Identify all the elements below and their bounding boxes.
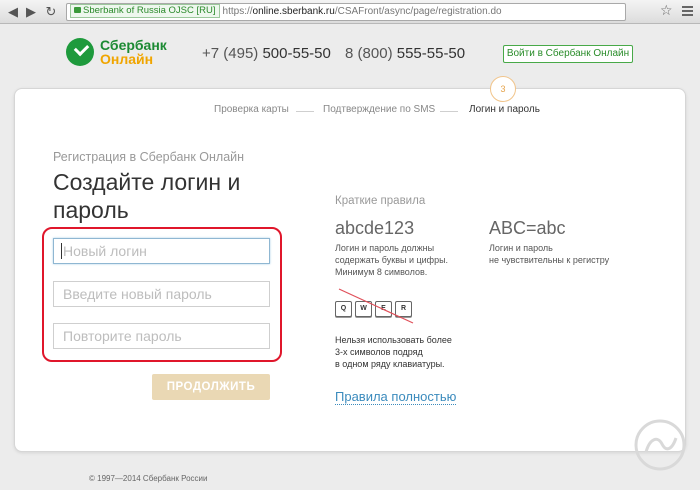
sberbank-logo[interactable]: Сбербанк Онлайн bbox=[66, 38, 167, 66]
url-text: https://online.sberbank.ru/CSAFront/asyn… bbox=[222, 6, 502, 17]
rule-description-keyboard: Нельзя использовать более 3-х символов п… bbox=[335, 335, 452, 369]
login-sberbank-online-button[interactable]: Войти в Сбербанк Онлайн bbox=[503, 45, 633, 63]
site-watermark-icon bbox=[634, 419, 686, 471]
continue-button[interactable]: ПРОДОЛЖИТЬ bbox=[152, 374, 270, 400]
browser-menu-icon[interactable] bbox=[682, 6, 693, 18]
logo-text-line2: Онлайн bbox=[100, 51, 154, 67]
bookmark-star-icon[interactable]: ☆ bbox=[660, 2, 673, 19]
strike-through-icon bbox=[338, 288, 414, 324]
rule-example-case: ABC=abc bbox=[489, 218, 566, 238]
address-bar[interactable]: Sberbank of Russia OJSC [RU] https://onli… bbox=[66, 3, 626, 21]
forward-icon[interactable]: ▶ bbox=[22, 3, 40, 21]
logo-text-line1: Сбербанк bbox=[100, 37, 167, 53]
sberbank-logo-icon bbox=[66, 38, 94, 66]
step-card-check: Проверка карты bbox=[214, 104, 289, 115]
registration-steps: Проверка карты Подтверждение по SMS Логи… bbox=[200, 104, 540, 118]
ev-certificate-badge[interactable]: Sberbank of Russia OJSC [RU] bbox=[70, 4, 220, 18]
back-icon[interactable]: ◀ bbox=[4, 3, 22, 21]
contact-phones: +7 (495) 500-55-50 8 (800) 555-55-50 bbox=[202, 45, 475, 62]
browser-toolbar: ◀ ▶ ↻ Sberbank of Russia OJSC [RU] https:… bbox=[0, 0, 700, 24]
phone-russia: 8 (800) 555-55-50 bbox=[345, 45, 466, 62]
new-login-input[interactable] bbox=[53, 238, 270, 264]
full-rules-link[interactable]: Правила полностью bbox=[335, 390, 457, 405]
reload-icon[interactable]: ↻ bbox=[42, 3, 60, 21]
rule-description-alnum: Логин и пароль должны содержать буквы и … bbox=[335, 243, 449, 277]
page-subtitle: Регистрация в Сбербанк Онлайн bbox=[53, 150, 245, 164]
current-step-indicator: 3 bbox=[490, 76, 516, 102]
lock-icon bbox=[74, 7, 81, 13]
new-password-input[interactable] bbox=[53, 281, 270, 307]
step-login-password: Логин и пароль bbox=[469, 104, 540, 115]
text-caret bbox=[61, 243, 62, 259]
rules-heading: Краткие правила bbox=[335, 195, 426, 207]
rule-example-alnum: abcde123 bbox=[335, 218, 415, 238]
footer-copyright: © 1997—2014 Сбербанк России bbox=[89, 474, 208, 483]
rule-description-case: Логин и пароль не чувствительны к регист… bbox=[489, 243, 610, 265]
page-title: Создайте логин и пароль bbox=[53, 169, 241, 223]
repeat-password-input[interactable] bbox=[53, 323, 270, 349]
step-sms-confirmation: Подтверждение по SMS bbox=[323, 104, 436, 115]
phone-moscow: +7 (495) 500-55-50 bbox=[202, 45, 331, 62]
